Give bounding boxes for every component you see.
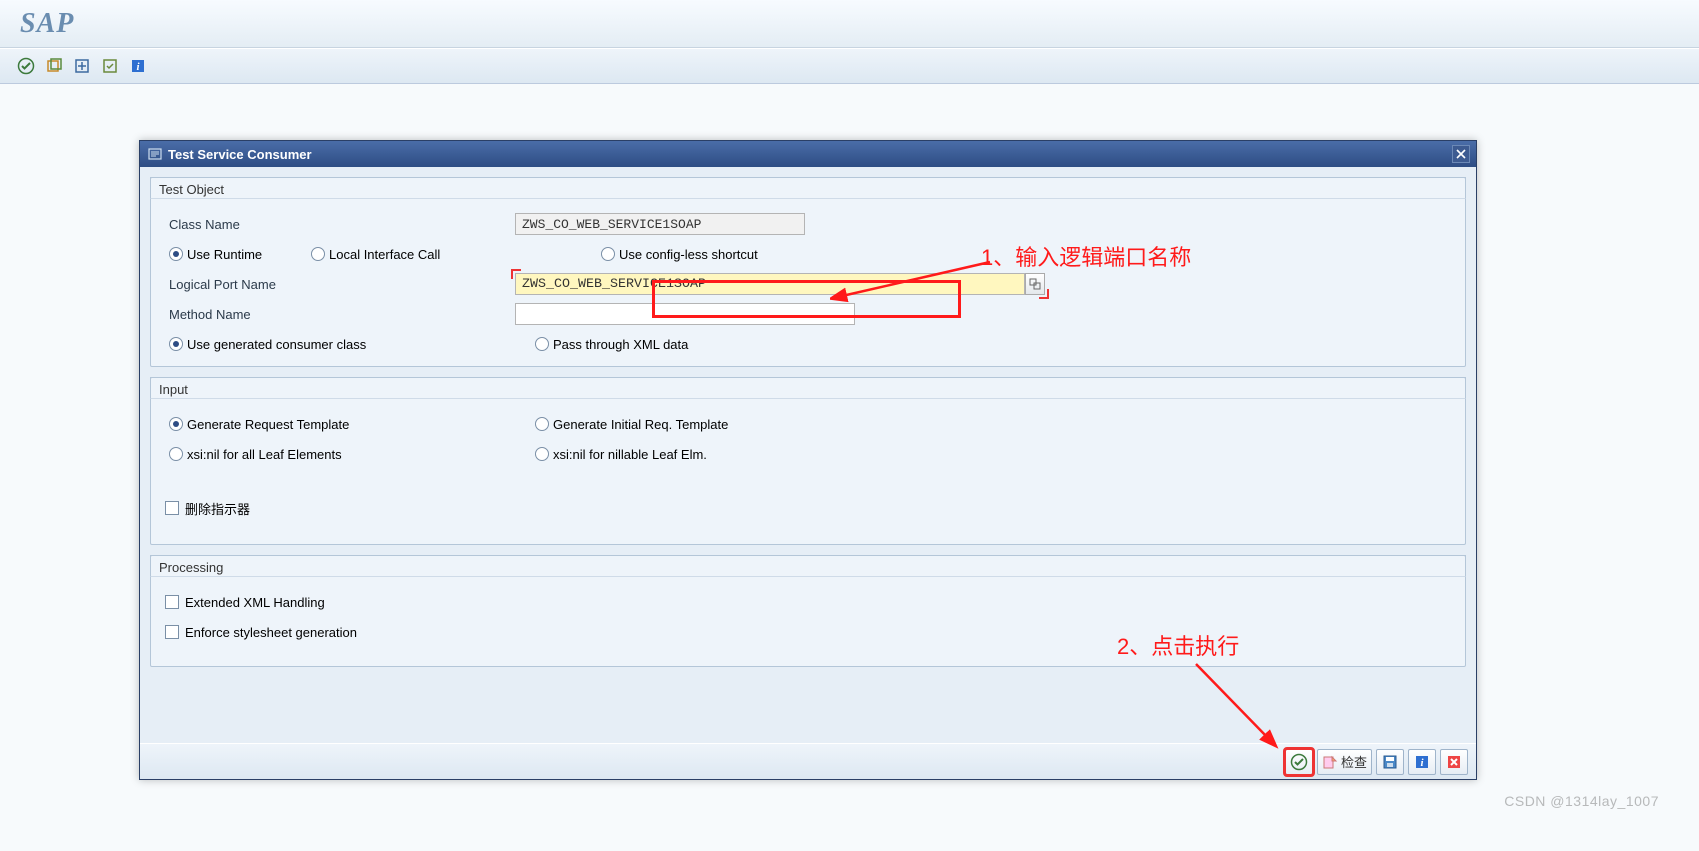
info-icon[interactable]: i [126, 54, 150, 78]
radio-dot-icon [169, 447, 183, 461]
checkbox-enforce-style-label: Enforce stylesheet generation [185, 625, 357, 640]
dialog-footer: 检查 i [140, 743, 1476, 779]
method-name-label: Method Name [165, 307, 515, 322]
radio-local-interface-label: Local Interface Call [329, 247, 440, 262]
logical-port-label: Logical Port Name [165, 277, 515, 292]
radio-dot-icon [535, 337, 549, 351]
checkbox-enforce-style[interactable]: Enforce stylesheet generation [165, 625, 357, 640]
radio-xsinil-all[interactable]: xsi:nil for all Leaf Elements [169, 447, 535, 462]
radio-gen-initial-label: Generate Initial Req. Template [553, 417, 728, 432]
radio-xsinil-nillable-label: xsi:nil for nillable Leaf Elm. [553, 447, 707, 462]
execute-icon[interactable] [14, 54, 38, 78]
test-service-consumer-dialog: Test Service Consumer Test Object Class … [139, 140, 1477, 780]
group-test-object: Test Object Class Name ZWS_CO_WEB_SERVIC… [150, 177, 1466, 367]
dialog-title-text: Test Service Consumer [168, 147, 312, 162]
dialog-title-icon [146, 145, 164, 163]
radio-use-runtime-label: Use Runtime [187, 247, 262, 262]
toolbar-icon-2[interactable] [42, 54, 66, 78]
radio-dot-icon [311, 247, 325, 261]
radio-pass-through-label: Pass through XML data [553, 337, 688, 352]
radio-dot-icon [169, 417, 183, 431]
group-input-title: Input [150, 377, 1466, 399]
radio-dot-icon [169, 337, 183, 351]
radio-gen-request-label: Generate Request Template [187, 417, 349, 432]
radio-use-runtime[interactable]: Use Runtime [169, 247, 311, 262]
radio-dot-icon [601, 247, 615, 261]
highlight-corner-icon [1039, 289, 1049, 299]
checkbox-delete-indicator[interactable]: 删除指示器 [165, 499, 250, 518]
radio-local-interface[interactable]: Local Interface Call [311, 247, 601, 262]
radio-xsinil-all-label: xsi:nil for all Leaf Elements [187, 447, 342, 462]
radio-dot-icon [169, 247, 183, 261]
main-toolbar: i [0, 48, 1699, 84]
group-test-object-title: Test Object [150, 177, 1466, 199]
save-button[interactable] [1376, 749, 1404, 775]
cancel-button[interactable] [1440, 749, 1468, 775]
dialog-title-bar: Test Service Consumer [140, 141, 1476, 167]
toolbar-icon-4[interactable] [98, 54, 122, 78]
group-input: Input Generate Request Template Generate… [150, 377, 1466, 545]
check-button[interactable]: 检查 [1317, 749, 1372, 775]
radio-config-less-label: Use config-less shortcut [619, 247, 758, 262]
highlight-corner-icon [511, 269, 521, 279]
radio-config-less[interactable]: Use config-less shortcut [601, 247, 861, 262]
radio-dot-icon [535, 417, 549, 431]
check-button-label: 检查 [1341, 752, 1367, 771]
logical-port-input[interactable] [515, 273, 1025, 295]
app-title-bar: SAP [0, 0, 1699, 48]
sap-logo: SAP [20, 8, 74, 40]
checkbox-box-icon [165, 501, 179, 515]
info-button[interactable]: i [1408, 749, 1436, 775]
class-name-value: ZWS_CO_WEB_SERVICE1SOAP [515, 213, 805, 235]
checkbox-box-icon [165, 595, 179, 609]
checkbox-delete-indicator-label: 删除指示器 [185, 499, 250, 518]
method-name-input[interactable] [515, 303, 855, 325]
checkbox-ext-xml[interactable]: Extended XML Handling [165, 595, 325, 610]
radio-gen-request[interactable]: Generate Request Template [169, 417, 535, 432]
checkbox-box-icon [165, 625, 179, 639]
dialog-body: Test Object Class Name ZWS_CO_WEB_SERVIC… [140, 167, 1476, 743]
radio-pass-through[interactable]: Pass through XML data [535, 337, 688, 352]
radio-use-generated[interactable]: Use generated consumer class [169, 337, 535, 352]
dialog-close-button[interactable] [1452, 145, 1470, 163]
group-processing: Processing Extended XML Handling Enforce… [150, 555, 1466, 667]
checkbox-ext-xml-label: Extended XML Handling [185, 595, 325, 610]
execute-button[interactable] [1285, 749, 1313, 775]
group-processing-title: Processing [150, 555, 1466, 577]
radio-use-generated-label: Use generated consumer class [187, 337, 366, 352]
radio-gen-initial[interactable]: Generate Initial Req. Template [535, 417, 728, 432]
class-name-label: Class Name [165, 217, 515, 232]
radio-xsinil-nillable[interactable]: xsi:nil for nillable Leaf Elm. [535, 447, 707, 462]
toolbar-icon-3[interactable] [70, 54, 94, 78]
radio-dot-icon [535, 447, 549, 461]
